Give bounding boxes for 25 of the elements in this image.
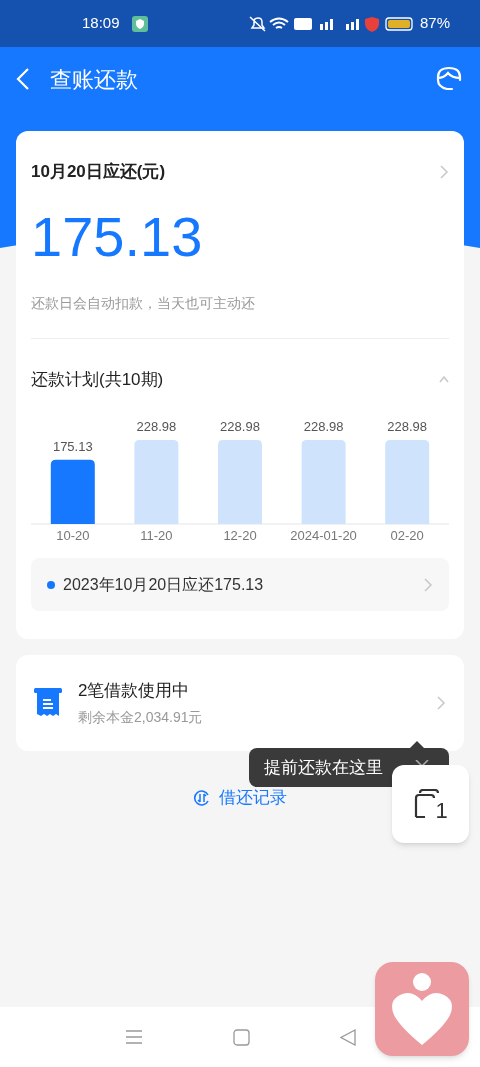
- due-date-title: 10月20日应还(元): [31, 161, 166, 183]
- axis-label: 12-20: [223, 528, 257, 542]
- bar-value-label: 228.98: [136, 419, 177, 434]
- axis-label: 10-20: [56, 528, 90, 542]
- page-title: 查账还款: [50, 65, 138, 94]
- plan-detail-row[interactable]: 2023年10月20日应还175.13: [31, 558, 449, 611]
- axis-label: 11-20: [140, 528, 173, 542]
- bar-value-label: 228.98: [220, 419, 260, 434]
- axis-label: 02-20: [390, 528, 424, 542]
- bar-value-label: 228.98: [387, 419, 428, 434]
- tooltip-text: 提前还款在这里: [264, 756, 383, 779]
- remaining-principal: 剩余本金2,034.91元: [78, 708, 203, 728]
- clock: 18:09: [82, 13, 120, 34]
- bar-value-label: 228.98: [303, 419, 344, 434]
- loans-card[interactable]: 2笔借款使用中 剩余本金2,034.91元: [16, 655, 464, 751]
- floating-windows-button[interactable]: 1: [392, 765, 469, 843]
- autopay-note: 还款日会自动扣款，当天也可主动还: [31, 293, 256, 313]
- bar-value-label: 175.13: [52, 438, 93, 454]
- axis-label: 2024-01-20: [290, 528, 357, 542]
- history-link[interactable]: 借还记录: [193, 785, 287, 811]
- battery-percent: 87%: [419, 13, 450, 34]
- due-amount: 175.13: [31, 208, 204, 265]
- plan-title: 还款计划(共10期): [31, 368, 164, 391]
- loans-title: 2笔借款使用中: [78, 679, 191, 702]
- plan-detail-text: 2023年10月20日应还175.13: [63, 574, 264, 595]
